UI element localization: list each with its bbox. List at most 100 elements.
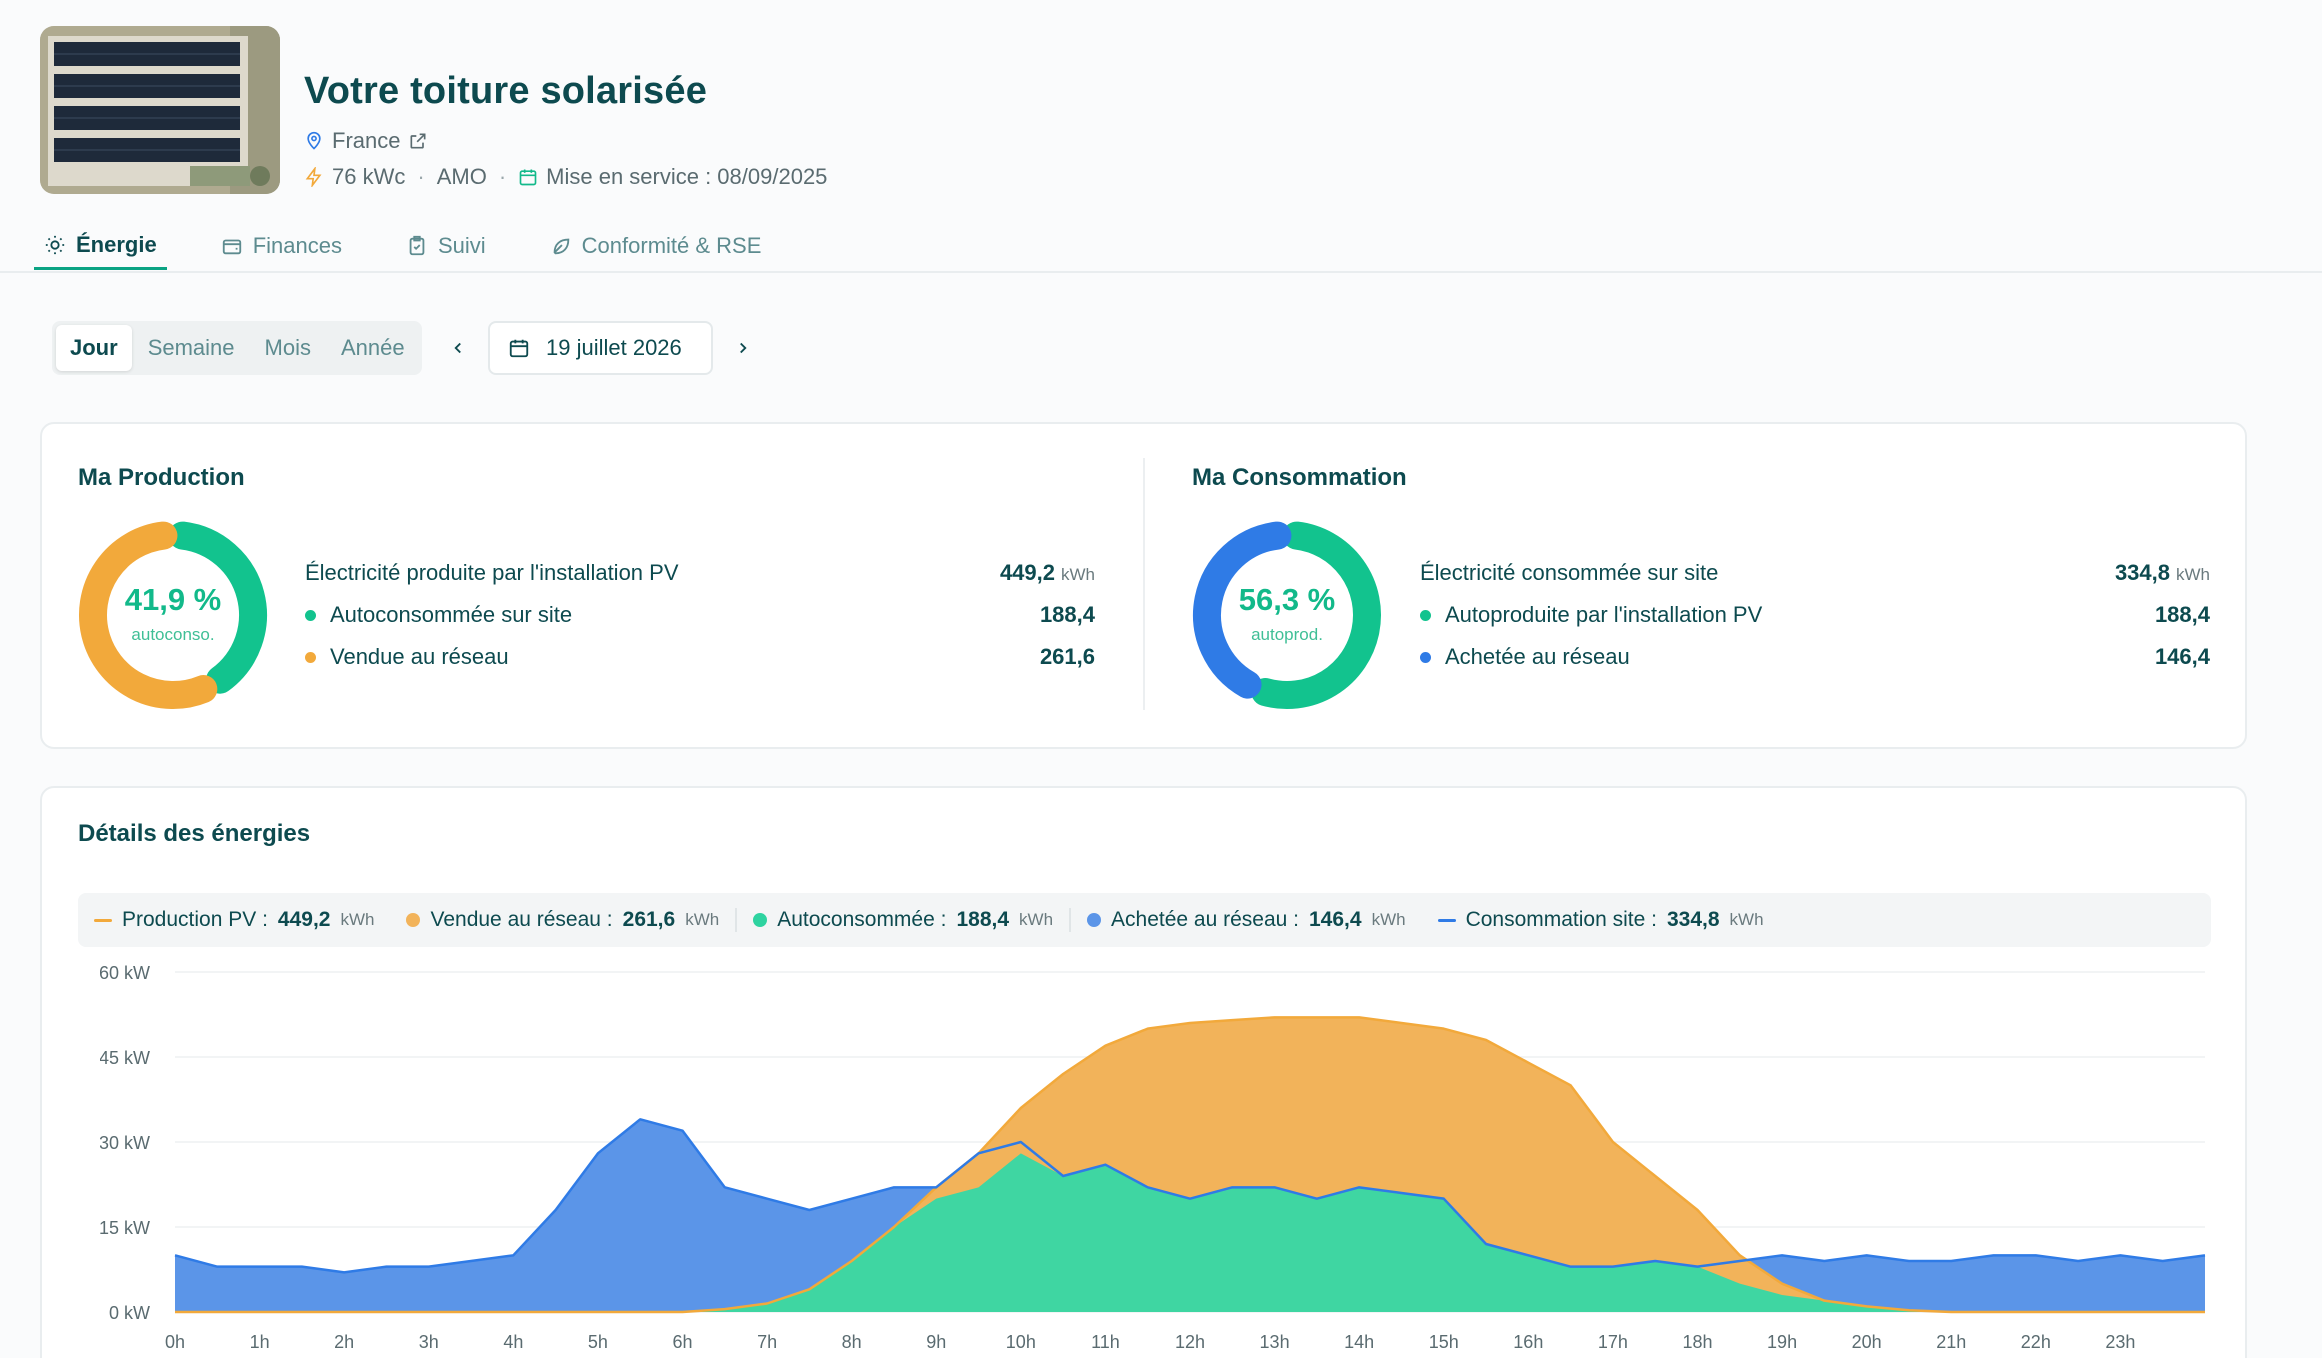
legend-dot	[1420, 609, 1431, 621]
x-tick-label: 5h	[588, 1332, 608, 1352]
x-tick-label: 4h	[503, 1332, 523, 1352]
x-tick-label: 16h	[1513, 1332, 1543, 1352]
period-annee[interactable]: Année	[327, 325, 419, 371]
wallet-icon	[222, 239, 241, 255]
legend-achetee-reseau[interactable]: Achetée au réseau : 146,4 kWh	[1087, 908, 1422, 932]
y-tick-label: 15 kW	[100, 1218, 150, 1238]
production-donut: 41,9 % autoconso.	[78, 520, 268, 710]
x-tick-label: 21h	[1936, 1332, 1966, 1352]
y-tick-label: 0 kW	[109, 1303, 150, 1323]
y-tick-label: 30 kW	[100, 1133, 150, 1153]
legend-autoconsommee[interactable]: Autoconsommée : 188,4 kWh	[753, 908, 1072, 932]
x-tick-label: 22h	[2021, 1332, 2051, 1352]
specs-row: 76 kWc · AMO · Mise en service : 08/09/2…	[304, 164, 827, 190]
x-tick-label: 18h	[1682, 1332, 1712, 1352]
external-link-icon[interactable]	[408, 131, 428, 151]
consumption-row-value: 188,4	[2154, 602, 2210, 627]
production-total-value: 449,2 kWh	[999, 560, 1095, 585]
legend-dot	[753, 913, 768, 927]
legend-production-pv[interactable]: Production PV : 449,2 kWh	[94, 908, 390, 932]
x-tick-label: 1h	[250, 1332, 270, 1352]
consumption-row-achetee: Achetée au réseau	[1420, 644, 1630, 670]
next-date-button[interactable]	[729, 334, 757, 362]
tab-label: Conformité & RSE	[581, 233, 762, 258]
power-value: 76 kWc	[332, 164, 406, 189]
legend-dot	[1420, 651, 1431, 663]
x-tick-label: 2h	[334, 1332, 354, 1352]
period-mois[interactable]: Mois	[251, 325, 325, 371]
details-title: Détails des énergies	[78, 820, 311, 847]
consumption-caption: autoprod.	[1251, 625, 1323, 644]
clipboard-check-icon	[409, 235, 425, 256]
tab-label: Finances	[252, 233, 342, 258]
tab-label: Énergie	[76, 231, 157, 257]
consumption-row-value: 146,4	[2154, 644, 2210, 669]
lightning-icon	[305, 167, 322, 187]
x-tick-label: 12h	[1175, 1332, 1205, 1352]
previous-date-button[interactable]	[444, 334, 472, 362]
legend-line	[1437, 918, 1456, 922]
consumption-row-autoproduite: Autoproduite par l'installation PV	[1420, 602, 1762, 628]
period-semaine[interactable]: Semaine	[134, 325, 249, 371]
x-tick-label: 13h	[1260, 1332, 1290, 1352]
separator-dot: ·	[498, 164, 507, 189]
legend-dot	[305, 651, 316, 663]
legend-consommation-site[interactable]: Consommation site : 334,8 kWh	[1437, 908, 1780, 932]
period-jour[interactable]: Jour	[56, 325, 132, 371]
calendar-icon	[509, 339, 529, 358]
site-header: Votre toiture solarisée France 76 kWc · …	[0, 0, 2322, 273]
x-tick-label: 10h	[1006, 1332, 1036, 1352]
calendar-icon	[519, 169, 537, 186]
x-tick-label: 11h	[1091, 1332, 1120, 1352]
consumption-title: Ma Consommation	[1192, 464, 1407, 491]
location-row: France	[304, 128, 428, 154]
map-pin-icon	[307, 131, 321, 150]
tab-energie[interactable]: Énergie	[34, 222, 167, 270]
production-row-autoconsommee: Autoconsommée sur site	[305, 602, 572, 628]
legend-dot	[406, 913, 421, 927]
tab-finances[interactable]: Finances	[211, 222, 352, 270]
x-tick-label: 3h	[419, 1332, 439, 1352]
x-tick-label: 14h	[1344, 1332, 1374, 1352]
period-selector: Jour Semaine Mois Année	[52, 321, 422, 375]
production-row-value: 261,6	[1039, 644, 1095, 669]
x-tick-label: 8h	[842, 1332, 862, 1352]
x-tick-label: 6h	[672, 1332, 692, 1352]
sun-icon	[45, 235, 65, 254]
site-photo	[40, 26, 280, 194]
y-tick-label: 60 kW	[100, 963, 150, 983]
consumption-donut: 56,3 % autoprod.	[1192, 520, 1382, 710]
legend-dot	[305, 609, 316, 621]
date-picker[interactable]: 19 juillet 2026	[488, 321, 713, 375]
consumption-total-value: 334,8 kWh	[2114, 560, 2210, 585]
x-tick-label: 23h	[2105, 1332, 2135, 1352]
leaf-icon	[553, 238, 569, 255]
x-tick-label: 9h	[926, 1332, 946, 1352]
production-row-value: 188,4	[1039, 602, 1095, 627]
x-tick-label: 7h	[757, 1332, 777, 1352]
x-tick-label: 0h	[165, 1332, 185, 1352]
legend-dot	[1087, 913, 1102, 927]
chart-legend: Production PV : 449,2 kWh Vendue au résea…	[78, 893, 2211, 947]
consumption-total-label: Électricité consommée sur site	[1420, 560, 1719, 585]
tab-conformite-rse[interactable]: Conformité & RSE	[540, 222, 772, 270]
location-link[interactable]: France	[332, 128, 400, 154]
x-tick-label: 17h	[1598, 1332, 1628, 1352]
consumption-percent: 56,3 %	[1238, 582, 1336, 617]
y-tick-label: 45 kW	[100, 1048, 150, 1068]
legend-vendue-reseau[interactable]: Vendue au réseau : 261,6 kWh	[406, 908, 738, 932]
card-divider	[1143, 458, 1145, 710]
commissioning-date: Mise en service : 08/09/2025	[546, 164, 828, 189]
x-tick-label: 19h	[1767, 1332, 1797, 1352]
production-title: Ma Production	[78, 464, 245, 491]
production-percent: 41,9 %	[124, 582, 222, 617]
tab-label: Suivi	[437, 233, 486, 258]
x-tick-label: 15h	[1429, 1332, 1459, 1352]
x-tick-label: 20h	[1852, 1332, 1882, 1352]
energy-chart: 60 kW 45 kW 30 kW 15 kW 0 kW 0h 1h 2h 3h 4h 5h 6h 7h…	[100, 963, 2206, 1352]
page-title: Votre toiture solarisée	[304, 70, 708, 112]
separator-dot: ·	[417, 164, 425, 189]
production-total-label: Électricité produite par l'installation …	[305, 560, 679, 585]
selected-date: 19 juillet 2026	[546, 335, 682, 360]
tab-suivi[interactable]: Suivi	[396, 222, 496, 270]
